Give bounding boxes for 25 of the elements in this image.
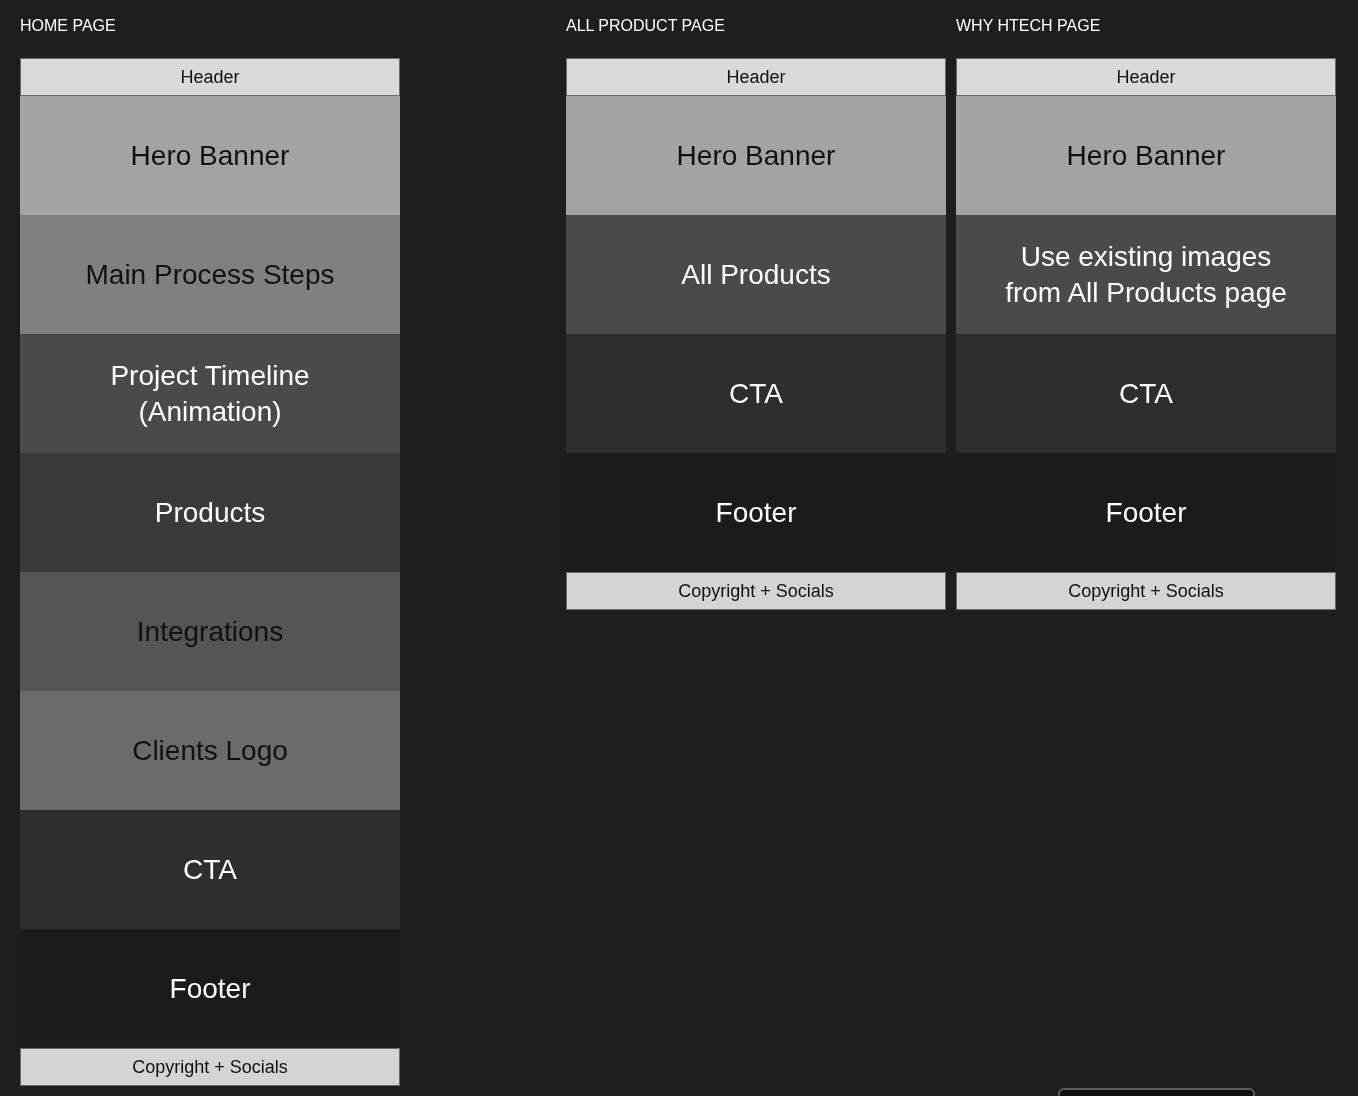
section-label: Use existing images from All Products page [1004, 239, 1288, 310]
wireframe-bar: Header [566, 58, 946, 96]
section-label: Hero Banner [1066, 138, 1226, 173]
page-title: HOME PAGE [20, 16, 117, 36]
section-label: Hero Banner [676, 138, 836, 173]
section-label: Footer [1105, 495, 1187, 530]
section-label: Main Process Steps [85, 257, 335, 292]
wireframe-bar: Copyright + Socials [20, 1048, 400, 1086]
wireframe-bar: Header [20, 58, 400, 96]
section-label: All Products [681, 257, 831, 292]
section-label: Footer [169, 971, 251, 1006]
section-label: Footer [715, 495, 797, 530]
section-label: Project Timeline (Animation) [109, 358, 311, 429]
wireframe-bar: Copyright + Socials [956, 572, 1336, 610]
section-label: CTA [729, 376, 783, 411]
wireframe-bar: Copyright + Socials [566, 572, 946, 610]
section-label: CTA [1119, 376, 1173, 411]
page-title: WHY HTECH PAGE [956, 16, 1102, 36]
section-label: CTA [183, 852, 237, 887]
section-label: Integrations [136, 614, 284, 649]
page-title: ALL PRODUCT PAGE [566, 16, 726, 36]
section-label: Clients Logo [132, 733, 288, 768]
section-label: Hero Banner [130, 138, 290, 173]
section-label: Products [154, 495, 266, 530]
wireframe-bar: Header [956, 58, 1336, 96]
